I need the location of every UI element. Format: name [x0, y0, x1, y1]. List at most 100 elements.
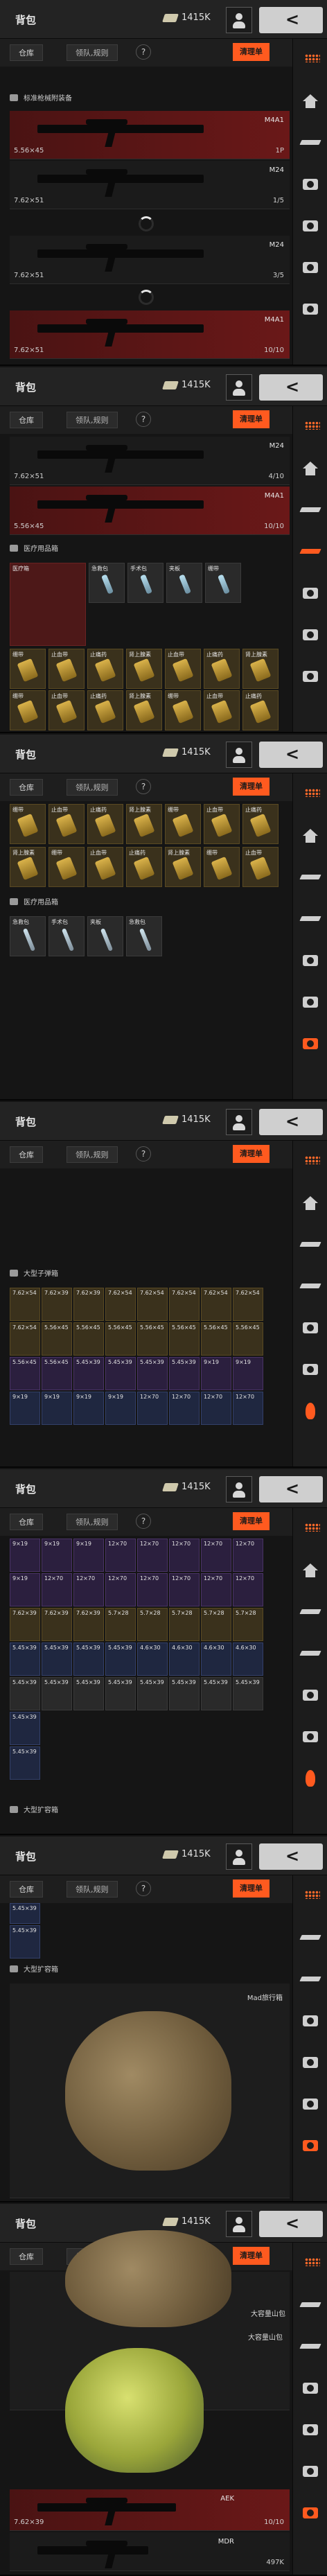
inventory-item[interactable]: 止痛药	[242, 690, 279, 730]
rail-tab-grid[interactable]	[297, 780, 324, 808]
inventory-item[interactable]: 绷带	[10, 649, 46, 689]
tab-warehouse[interactable]: 仓库	[10, 1881, 43, 1898]
rail-tab-camera[interactable]	[297, 212, 324, 240]
ammo-item[interactable]: 9×19	[73, 1392, 104, 1425]
ammo-item[interactable]: 7.62×39	[10, 1608, 40, 1641]
ammo-item[interactable]: 7.62×54	[10, 1288, 40, 1321]
rail-tab-ammo-active[interactable]	[297, 1764, 324, 1792]
ammo-item[interactable]: 5.56×45	[201, 1322, 231, 1356]
inventory-item[interactable]: 急救包	[126, 916, 162, 956]
rail-tab-home[interactable]	[297, 1557, 324, 1584]
ammo-item[interactable]: 7.62×39	[42, 1608, 72, 1641]
rail-tab-camera[interactable]	[297, 1723, 324, 1751]
backpack-card[interactable]: 大容量山包	[10, 2230, 290, 2473]
ammo-item[interactable]: 7.62×54	[10, 1322, 40, 1356]
inventory-item[interactable]: 肾上腺素	[242, 649, 279, 689]
rail-tab-camera[interactable]	[297, 2374, 324, 2402]
weapon-row[interactable]: M24 7.62×51 3/5	[10, 236, 290, 284]
back-button[interactable]: <	[259, 1843, 323, 1870]
ammo-item[interactable]: 5.56×45	[73, 1322, 104, 1356]
rail-tab-camera[interactable]	[297, 2049, 324, 2076]
rail-tab-home[interactable]	[297, 822, 324, 850]
ammo-item[interactable]: 7.62×54	[105, 1288, 136, 1321]
tab-team[interactable]: 领队,规则	[67, 1146, 118, 1163]
help-icon[interactable]: ?	[136, 1514, 151, 1529]
rail-tab-weapon[interactable]	[297, 1272, 324, 1300]
ammo-item[interactable]: 5.45×39	[105, 1642, 136, 1676]
tab-warehouse[interactable]: 仓库	[10, 1146, 43, 1163]
help-icon[interactable]: ?	[136, 412, 151, 427]
rail-tab-grid[interactable]	[297, 2250, 324, 2277]
ammo-item[interactable]: 5.56×45	[42, 1357, 72, 1390]
rail-tab-home[interactable]	[297, 455, 324, 482]
ammo-item[interactable]: 4.6×30	[201, 1642, 231, 1676]
ammo-item[interactable]: 9×19	[10, 1392, 40, 1425]
rail-tab-camera[interactable]	[297, 2416, 324, 2444]
rail-tab-home[interactable]	[297, 87, 324, 115]
ammo-item[interactable]: 9×19	[42, 1392, 72, 1425]
inventory-item[interactable]: 绷带	[205, 563, 241, 603]
ammo-item[interactable]: 12×70	[201, 1539, 231, 1572]
help-icon[interactable]: ?	[136, 44, 151, 60]
ammo-item[interactable]: 12×70	[105, 1539, 136, 1572]
back-button[interactable]: <	[259, 2211, 323, 2237]
ammo-item[interactable]: 5.45×39	[169, 1677, 200, 1710]
ammo-item[interactable]: 5.45×39	[10, 1746, 40, 1780]
ammo-item[interactable]: 9×19	[233, 1357, 263, 1390]
ammo-item[interactable]: 9×19	[201, 1357, 231, 1390]
back-button[interactable]: <	[259, 7, 323, 33]
ammo-item[interactable]: 12×70	[137, 1392, 168, 1425]
ammo-item[interactable]: 5.45×39	[10, 1677, 40, 1710]
medkit-item[interactable]: 医疗箱	[10, 563, 86, 646]
clean-button[interactable]: 清理单	[233, 2247, 269, 2265]
inventory-item[interactable]: 止血带	[242, 847, 279, 887]
ammo-item[interactable]: 4.6×30	[233, 1642, 263, 1676]
ammo-item[interactable]: 9×19	[105, 1392, 136, 1425]
rail-tab-weapon[interactable]	[297, 1598, 324, 1626]
ammo-item[interactable]: 7.62×39	[73, 1608, 104, 1641]
rail-tab-camera[interactable]	[297, 1681, 324, 1709]
help-icon[interactable]: ?	[136, 779, 151, 794]
ammo-item[interactable]: 9×19	[10, 1573, 40, 1606]
ammo-item[interactable]: 12×70	[233, 1392, 263, 1425]
ammo-item[interactable]: 5.7×28	[233, 1608, 263, 1641]
ammo-item[interactable]: 7.62×39	[73, 1288, 104, 1321]
ammo-item[interactable]: 5.45×39	[10, 1712, 40, 1745]
rail-tab-weapon[interactable]	[297, 2333, 324, 2360]
inventory-item[interactable]: 止痛药	[204, 649, 240, 689]
backpack-card[interactable]: Mad旅行箱	[10, 1983, 290, 2198]
squad-button[interactable]	[226, 1476, 252, 1502]
ammo-item[interactable]: 12×70	[169, 1392, 200, 1425]
weapon-row[interactable]: M24 7.62×51 1/5	[10, 161, 290, 209]
rail-tab-weapon[interactable]	[297, 1640, 324, 1667]
inventory-item[interactable]: 止血带	[48, 690, 85, 730]
rail-tab-grid[interactable]	[297, 1148, 324, 1175]
clean-button[interactable]: 清理单	[233, 1145, 269, 1163]
rail-tab-weapon-active[interactable]	[297, 538, 324, 566]
tab-warehouse[interactable]: 仓库	[10, 1514, 43, 1530]
inventory-item[interactable]: 止痛药	[87, 804, 123, 844]
rail-tab-grid[interactable]	[297, 1515, 324, 1543]
rail-tab-weapon[interactable]	[297, 1924, 324, 1952]
tab-warehouse[interactable]: 仓库	[10, 2248, 43, 2265]
tab-team[interactable]: 领队,规则	[67, 412, 118, 428]
ammo-item[interactable]: 12×70	[42, 1573, 72, 1606]
ammo-item[interactable]: 5.56×45	[233, 1322, 263, 1356]
inventory-item[interactable]: 止血带	[87, 847, 123, 887]
ammo-item[interactable]: 5.45×39	[42, 1677, 72, 1710]
ammo-item[interactable]: 5.45×39	[137, 1677, 168, 1710]
ammo-item[interactable]: 4.6×30	[137, 1642, 168, 1676]
ammo-item[interactable]: 5.56×45	[137, 1322, 168, 1356]
inventory-item[interactable]: 急救包	[89, 563, 125, 603]
ammo-item[interactable]: 4.6×30	[169, 1642, 200, 1676]
ammo-item[interactable]: 5.7×28	[137, 1608, 168, 1641]
ammo-item[interactable]: 7.62×39	[42, 1288, 72, 1321]
weapon-row[interactable]: MDR 497K	[10, 2532, 290, 2571]
ammo-item[interactable]: 5.45×39	[10, 1925, 40, 1959]
ammo-item[interactable]: 5.56×45	[10, 1357, 40, 1390]
clean-button[interactable]: 清理单	[233, 43, 269, 61]
inventory-item[interactable]: 止痛药	[242, 804, 279, 844]
ammo-item[interactable]: 5.7×28	[105, 1608, 136, 1641]
rail-tab-camera-active[interactable]	[297, 2132, 324, 2159]
clean-button[interactable]: 清理单	[233, 778, 269, 796]
